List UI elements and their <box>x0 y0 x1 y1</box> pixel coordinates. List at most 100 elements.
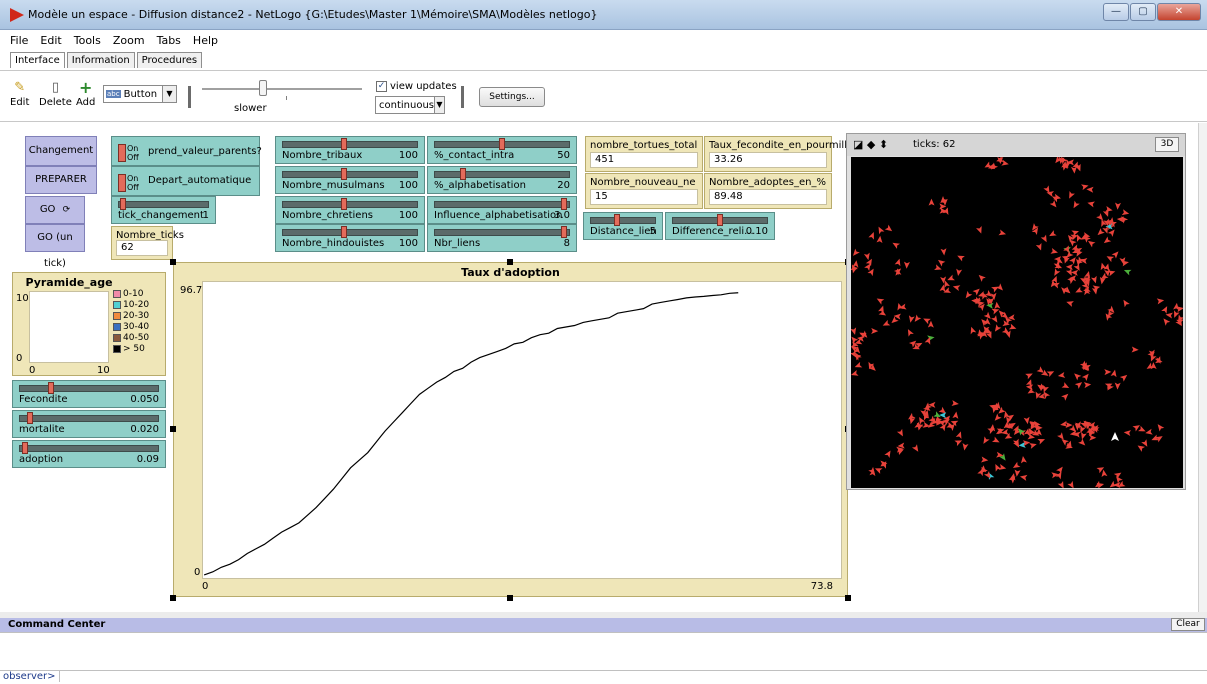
monitor-nombre-adoptes: Nombre_adoptes_en_% 89.48 <box>704 173 832 209</box>
slider-thumb[interactable] <box>340 198 347 210</box>
turtle <box>1050 247 1058 254</box>
vertical-scrollbar[interactable] <box>1198 123 1207 612</box>
menu-edit[interactable]: Edit <box>40 34 61 47</box>
slider-adoption[interactable]: adoption 0.09 <box>12 440 166 468</box>
minimize-button[interactable]: — <box>1103 3 1129 21</box>
slider-value: 5 <box>649 226 656 237</box>
resize-handle[interactable] <box>507 595 513 601</box>
slider-thumb[interactable] <box>614 214 620 226</box>
menu-file[interactable]: File <box>10 34 28 47</box>
slider-alphabetisation[interactable]: %_alphabetisation 20 <box>427 166 577 194</box>
changement-button[interactable]: Changement <box>25 136 97 166</box>
turtle <box>1103 236 1112 244</box>
slider-thumb[interactable] <box>561 226 568 238</box>
turtle <box>951 400 959 407</box>
slider-track[interactable] <box>19 445 159 452</box>
menu-tools[interactable]: Tools <box>74 34 101 47</box>
switch-toggle[interactable]: On Off <box>118 174 139 192</box>
menu-help[interactable]: Help <box>193 34 218 47</box>
slider-track[interactable] <box>282 141 418 148</box>
world-canvas[interactable] <box>851 157 1183 488</box>
slider-tick-changement[interactable]: tick_changement 1 <box>111 196 216 224</box>
slider-thumb[interactable] <box>48 382 55 394</box>
command-input[interactable]: observer> <box>0 670 1207 684</box>
view-controls-icon[interactable]: ◪ ◆ ⬍ <box>853 138 888 151</box>
edit-tool[interactable]: ✎ Edit <box>10 80 29 109</box>
speed-slider-thumb[interactable] <box>259 80 267 96</box>
slider-thumb[interactable] <box>340 138 347 150</box>
slider-track[interactable] <box>282 201 418 208</box>
slider-thumb[interactable] <box>21 442 28 454</box>
slider-contact-intra[interactable]: %_contact_intra 50 <box>427 136 577 164</box>
go-button[interactable]: GO ⟳ <box>25 196 85 224</box>
menu-zoom[interactable]: Zoom <box>113 34 145 47</box>
slider-mortalite[interactable]: mortalite 0.020 <box>12 410 166 438</box>
slider-thumb[interactable] <box>460 168 466 180</box>
view-updates-toggle[interactable]: ✓ view updates <box>376 81 457 92</box>
slider-track[interactable] <box>282 171 418 178</box>
update-mode-select[interactable]: continuous ▼ <box>375 96 445 114</box>
pencil-icon: ✎ <box>14 80 26 95</box>
maximize-button[interactable]: ▢ <box>1130 3 1156 21</box>
widget-type-select[interactable]: abc Button ▼ <box>103 85 177 103</box>
switch-prend-valeur-parents[interactable]: On Off prend_valeur_parents? <box>111 136 262 166</box>
delete-tool[interactable]: ▯ Delete <box>39 81 72 109</box>
clear-button[interactable]: Clear <box>1171 618 1205 631</box>
slider-difference-reli[interactable]: Difference_reli... 0.10 <box>665 212 775 240</box>
add-tool[interactable]: + Add <box>76 80 95 109</box>
resize-handle[interactable] <box>507 259 513 265</box>
slider-track[interactable] <box>434 201 570 208</box>
slider-track[interactable] <box>434 229 570 236</box>
slider-nbr-liens[interactable]: Nbr_liens 8 <box>427 224 577 252</box>
resize-handle[interactable] <box>845 595 851 601</box>
speed-slider-track[interactable] <box>202 88 362 90</box>
slider-influence-alphabetisation[interactable]: Influence_alphabetisation 3.0 <box>427 196 577 224</box>
resize-handle[interactable] <box>170 595 176 601</box>
slider-track[interactable] <box>282 229 418 236</box>
tab-information[interactable]: Information <box>66 52 135 68</box>
turtle <box>998 464 1007 470</box>
slider-fecondite[interactable]: Fecondite 0.050 <box>12 380 166 408</box>
slider-track[interactable] <box>118 201 209 208</box>
turtle <box>1161 306 1168 314</box>
switch-depart-automatique[interactable]: On Off Depart_automatique <box>111 166 260 196</box>
slider-thumb[interactable] <box>499 138 505 150</box>
turtle <box>1087 201 1095 208</box>
slider-name: Difference_reli... <box>672 226 754 237</box>
slider-track[interactable] <box>19 385 159 392</box>
forever-icon: ⟳ <box>62 205 71 215</box>
resize-handle[interactable] <box>170 426 176 432</box>
slider-thumb[interactable] <box>561 198 568 210</box>
monitor-nombre-tortues-total: nombre_tortues_total 451 <box>585 136 703 172</box>
command-output[interactable] <box>0 632 1207 670</box>
slider-nombre-hindouistes[interactable]: Nombre_hindouistes 100 <box>275 224 425 252</box>
go-un-tick-button[interactable]: GO (un tick) <box>25 224 85 269</box>
slider-distance-lien[interactable]: Distance_lien 5 <box>583 212 663 240</box>
slider-nombre-chretiens[interactable]: Nombre_chretiens 100 <box>275 196 425 224</box>
legend-label: 0-10 <box>123 288 144 299</box>
slider-thumb[interactable] <box>27 412 34 424</box>
slider-nombre-musulmans[interactable]: Nombre_musulmans 100 <box>275 166 425 194</box>
preparer-button[interactable]: PREPARER <box>25 166 97 194</box>
slider-nombre-tribaux[interactable]: Nombre_tribaux 100 <box>275 136 425 164</box>
resize-handle[interactable] <box>170 259 176 265</box>
slider-thumb[interactable] <box>340 226 347 238</box>
close-button[interactable]: ✕ <box>1157 3 1201 21</box>
slider-thumb[interactable] <box>340 168 347 180</box>
switch-toggle[interactable]: On Off <box>118 144 139 162</box>
slider-thumb[interactable] <box>717 214 723 226</box>
3d-view-button[interactable]: 3D <box>1155 137 1179 152</box>
tab-interface[interactable]: Interface <box>10 52 65 68</box>
slider-track[interactable] <box>590 217 656 224</box>
turtle <box>1077 234 1083 242</box>
view-updates-checkbox[interactable]: ✓ <box>376 81 387 92</box>
settings-button[interactable]: Settings... <box>479 87 545 107</box>
slider-thumb[interactable] <box>119 198 126 210</box>
slider-track[interactable] <box>19 415 159 422</box>
tab-procedures[interactable]: Procedures <box>136 52 203 68</box>
observer-selector[interactable]: observer> <box>0 671 60 682</box>
turtle <box>876 298 885 305</box>
slider-track[interactable] <box>434 171 570 178</box>
turtle <box>994 301 1001 309</box>
menu-tabs[interactable]: Tabs <box>157 34 181 47</box>
